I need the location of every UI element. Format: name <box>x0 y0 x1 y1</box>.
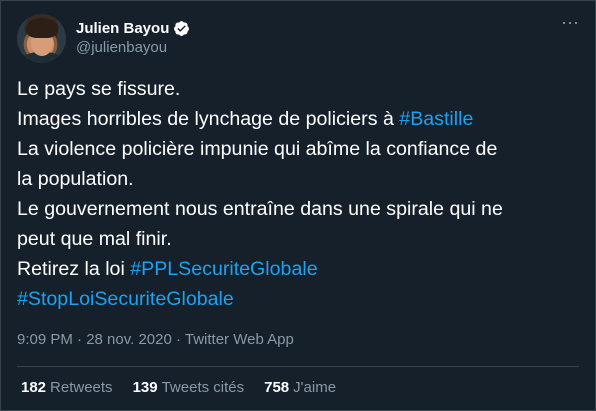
verified-badge-icon <box>173 20 190 37</box>
tweet-text-segment: la population. <box>17 168 134 190</box>
avatar-hair <box>26 17 58 38</box>
tweet-line: peut que mal finir. <box>17 224 587 254</box>
tweet-text-segment: Le gouvernement nous entraîne dans une s… <box>17 198 503 220</box>
tweet-text-segment: peut que mal finir. <box>17 228 172 250</box>
hashtag-link[interactable]: #StopLoiSecuriteGlobale <box>17 288 234 310</box>
author-info: Julien Bayou @julienbayou <box>76 20 190 56</box>
hashtag-link[interactable]: #Bastille <box>399 108 473 130</box>
tweet-line: Images horribles de lynchage de policier… <box>17 104 587 134</box>
quotes-stat[interactable]: 139 Tweets cités <box>133 379 245 396</box>
likes-label: J'aime <box>293 379 337 396</box>
author-handle[interactable]: @julienbayou <box>76 39 190 56</box>
tweet-text-segment: Retirez la loi <box>17 258 131 280</box>
divider <box>17 366 579 367</box>
avatar[interactable] <box>17 13 66 63</box>
quotes-label: Tweets cités <box>161 379 245 396</box>
display-name-row: Julien Bayou <box>76 20 190 37</box>
quotes-count: 139 <box>132 379 158 396</box>
retweets-label: Retweets <box>50 379 113 396</box>
likes-stat[interactable]: 758 J'aime <box>264 379 336 396</box>
tweet-card: Julien Bayou @julienbayou ··· Le pays se… <box>0 0 596 411</box>
tweet-text-segment: Le pays se fissure. <box>17 78 181 100</box>
tweet-line: La violence policière impunie qui abîme … <box>17 134 587 164</box>
retweets-stat[interactable]: 182 Retweets <box>21 379 113 396</box>
tweet-timestamp[interactable]: 9:09 PM · 28 nov. 2020 · Twitter Web App <box>17 331 294 348</box>
tweet-stats: 182 Retweets 139 Tweets cités 758 J'aime <box>21 379 356 396</box>
tweet-text-segment: Images horribles de lynchage de policier… <box>17 108 400 130</box>
tweet-line: Retirez la loi #PPLSecuriteGlobale <box>17 254 587 284</box>
retweets-count: 182 <box>21 379 47 396</box>
tweet-line: Le gouvernement nous entraîne dans une s… <box>17 194 587 224</box>
hashtag-link[interactable]: #PPLSecuriteGlobale <box>130 258 317 280</box>
tweet-line: #StopLoiSecuriteGlobale <box>17 284 587 314</box>
author-display-name[interactable]: Julien Bayou <box>76 20 169 37</box>
tweet-line: Le pays se fissure. <box>17 74 587 104</box>
tweet-text: Le pays se fissure. Images horribles de l… <box>17 74 587 314</box>
likes-count: 758 <box>264 379 290 396</box>
more-options-icon[interactable]: ··· <box>561 13 579 31</box>
tweet-header: Julien Bayou @julienbayou ··· <box>17 13 579 63</box>
tweet-text-segment: La violence policière impunie qui abîme … <box>17 138 498 160</box>
tweet-line: la population. <box>17 164 587 194</box>
